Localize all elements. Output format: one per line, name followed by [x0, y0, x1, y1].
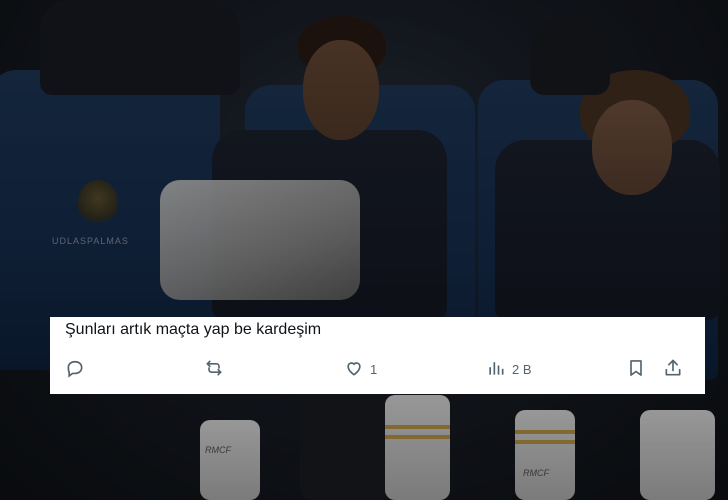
repost-button[interactable] [204, 357, 230, 381]
tweet-card: Şunları artık maçta yap be kardeşim 1 2 [50, 317, 705, 394]
photo-dark-overlay [0, 0, 728, 500]
tweet-action-bar: 1 2 B [50, 357, 705, 381]
reply-button[interactable] [65, 357, 91, 381]
views-count: 2 B [512, 361, 532, 377]
bookmark-icon [626, 358, 646, 381]
views-button[interactable]: 2 B [486, 357, 532, 381]
views-icon [486, 358, 506, 381]
share-icon [663, 358, 683, 381]
repost-icon [204, 358, 224, 381]
reply-icon [65, 358, 85, 381]
tweet-text: Şunları artık maçta yap be kardeşim [65, 321, 322, 338]
bookmark-button[interactable] [626, 357, 646, 381]
like-icon [344, 358, 364, 381]
like-button[interactable]: 1 [344, 357, 377, 381]
share-button[interactable] [663, 357, 683, 381]
background-photo: UDLASPALMAS RMCF RMCF [0, 0, 728, 500]
like-count: 1 [370, 361, 378, 377]
